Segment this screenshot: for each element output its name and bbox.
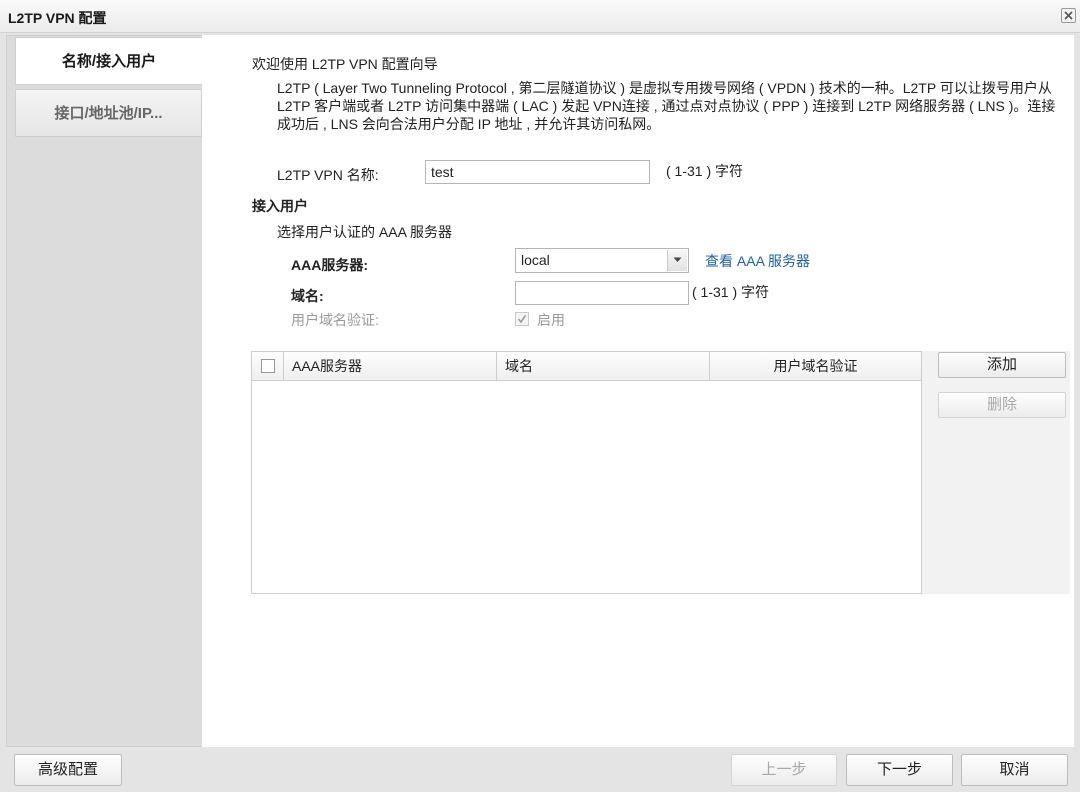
aaa-server-table: AAA服务器 域名 用户域名验证 (251, 351, 922, 594)
domain-verify-enable-label: 启用 (537, 312, 565, 328)
dropdown-arrow[interactable] (667, 250, 687, 271)
tab-interface-pool-ip[interactable]: 接口/地址池/IP... (15, 89, 202, 137)
window-title: L2TP VPN 配置 (8, 10, 107, 26)
intro-description: L2TP ( Layer Two Tunneling Protocol , 第二… (277, 80, 1056, 132)
column-header-aaa-server[interactable]: AAA服务器 (284, 352, 497, 380)
domain-verify-label: 用户域名验证: (291, 312, 379, 328)
aaa-select-hint: 选择用户认证的 AAA 服务器 (277, 224, 453, 240)
next-step-button[interactable]: 下一步 (846, 754, 953, 786)
table-header: AAA服务器 域名 用户域名验证 (252, 352, 921, 381)
tab-name-access-users[interactable]: 名称/接入用户 (15, 37, 202, 85)
intro-title: 欢迎使用 L2TP VPN 配置向导 (252, 56, 438, 72)
select-all-cell (252, 352, 284, 380)
column-header-domain[interactable]: 域名 (497, 352, 710, 380)
view-aaa-server-link[interactable]: 查看 AAA 服务器 (705, 251, 810, 271)
chevron-down-icon (673, 257, 682, 262)
vpn-name-label: L2TP VPN 名称: (277, 167, 379, 183)
window-titlebar: L2TP VPN 配置 (0, 0, 1080, 33)
access-users-section-title: 接入用户 (252, 198, 308, 214)
delete-button[interactable]: 删除 (938, 392, 1066, 418)
domain-input[interactable] (515, 281, 689, 305)
aaa-server-select[interactable]: local (515, 248, 689, 273)
prev-step-button[interactable]: 上一步 (731, 754, 837, 786)
close-icon (1064, 11, 1073, 20)
domain-verify-checkbox[interactable] (515, 312, 529, 326)
checkmark-icon (517, 315, 527, 324)
domain-hint: ( 1-31 ) 字符 (692, 284, 770, 300)
advanced-config-button[interactable]: 高级配置 (14, 754, 122, 786)
domain-label: 域名: (291, 288, 324, 304)
close-button[interactable] (1061, 8, 1076, 23)
vpn-name-input[interactable] (425, 160, 650, 184)
aaa-server-value: local (521, 252, 550, 268)
vpn-name-hint: ( 1-31 ) 字符 (666, 163, 744, 179)
select-all-checkbox[interactable] (261, 359, 275, 373)
table-action-panel (922, 351, 1070, 594)
aaa-server-label: AAA服务器: (291, 257, 368, 273)
add-button[interactable]: 添加 (938, 352, 1066, 378)
column-header-domain-verify[interactable]: 用户域名验证 (710, 352, 921, 380)
cancel-button[interactable]: 取消 (961, 754, 1068, 786)
